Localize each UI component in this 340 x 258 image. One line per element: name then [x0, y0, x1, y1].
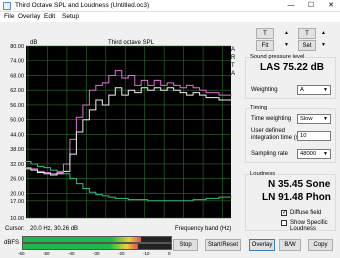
sampling-select[interactable]: 48000 ▼	[297, 149, 331, 159]
spl-chart[interactable]: dB Third octave SPL 80.00 74.00 68.00 62.00…	[0, 36, 240, 220]
weighting-select[interactable]: A ▼	[297, 85, 331, 95]
sone-value: N 35.45 Sone	[268, 179, 331, 190]
spl-panel-title: Sound pressure level	[249, 54, 306, 60]
integration-input[interactable]: 10	[297, 131, 331, 141]
meter-ticks: -60 -50 -40 -30 -20 -10 0	[18, 251, 172, 258]
sampling-value: 48000	[300, 151, 317, 157]
y-tick-label: 80.00	[10, 44, 24, 50]
x-axis-label: Frequency band (Hz)	[175, 226, 232, 232]
fit-button[interactable]: Fit	[256, 40, 274, 51]
down-arrow-icon[interactable]: ▼	[284, 42, 289, 48]
y-tick-label: 10.00	[10, 216, 24, 220]
menu-edit[interactable]: Edit	[44, 13, 55, 20]
menu-setup[interactable]: Setup	[62, 13, 79, 20]
chart-title: Third octave SPL	[108, 40, 155, 46]
specific-checkbox[interactable]	[281, 220, 287, 226]
y-tick-label: 56.00	[10, 103, 24, 109]
sampling-label: Sampling rate	[251, 151, 289, 157]
diffuse-label: Diffuse field	[290, 210, 322, 216]
meter-tick-label: -10	[143, 251, 150, 256]
y-tick-label: 38.00	[10, 147, 24, 153]
meter-tick-label: -30	[93, 251, 100, 256]
level-meter-fill-2	[23, 244, 138, 249]
time-weighting-select[interactable]: Slow ▼	[297, 114, 331, 124]
timing-panel-title: Timing	[249, 105, 269, 111]
meter-tick-label: -50	[43, 251, 50, 256]
up-arrow-icon[interactable]: ▲	[321, 30, 326, 36]
diffuse-checkbox[interactable]	[281, 209, 287, 216]
cursor-label: Cursor:	[5, 226, 25, 232]
y-tick-label: 20.00	[10, 191, 24, 197]
meter-label: dBFS	[4, 240, 20, 246]
y-tick-label: 32.00	[10, 162, 24, 168]
chevron-down-icon: ▼	[323, 151, 328, 157]
integration-label-2: integration time (s)	[251, 135, 301, 141]
chevron-down-icon: ▼	[323, 116, 328, 122]
minimize-icon[interactable]: —	[284, 0, 298, 12]
t-right-button[interactable]: T	[298, 28, 316, 39]
time-weighting-label: Time weighting	[251, 116, 292, 122]
plot-area	[26, 46, 231, 218]
ylabel: dB	[30, 40, 37, 46]
y-tick-label: 44.00	[10, 132, 24, 138]
spl-value: LAS 75.22 dB	[260, 62, 324, 73]
close-icon[interactable]: ✕	[324, 0, 338, 12]
meter-tick-label: -40	[68, 251, 75, 256]
integration-label-1: User defined	[251, 128, 286, 134]
y-tick-label: 74.00	[10, 59, 24, 65]
level-meter-fill	[23, 237, 142, 242]
weighting-value: A	[300, 87, 304, 93]
maximize-icon[interactable]: ☐	[304, 0, 318, 12]
overlay-button[interactable]: Overlay	[249, 239, 275, 251]
y-tick-label: 26.00	[10, 177, 24, 183]
time-weighting-value: Slow	[300, 116, 313, 122]
meter-tick-label: -60	[18, 251, 25, 256]
meter-tick-label: -20	[118, 251, 125, 256]
set-button[interactable]: Set	[298, 40, 316, 51]
down-arrow-icon[interactable]: ▼	[321, 42, 326, 48]
level-meter	[22, 236, 172, 243]
specific-label: Show Specific Loudness	[290, 220, 328, 232]
menu-file[interactable]: File	[4, 13, 14, 20]
copy-button[interactable]: Copy	[308, 239, 333, 251]
phon-value: LN 91.48 Phon	[262, 192, 331, 203]
stop-button[interactable]: Stop	[173, 239, 198, 251]
loudness-panel-title: Loudness	[249, 171, 277, 177]
app-icon	[3, 2, 11, 10]
y-tick-label: 68.00	[10, 73, 24, 79]
level-meter-2	[22, 243, 172, 250]
menu-overlay[interactable]: Overlay	[18, 13, 40, 20]
start-reset-button[interactable]: Start/Reset	[205, 239, 241, 251]
up-arrow-icon[interactable]: ▲	[284, 30, 289, 36]
meter-tick-label: 0	[168, 251, 171, 256]
y-tick-label: 62.00	[10, 88, 24, 94]
chevron-down-icon: ▼	[323, 87, 328, 93]
cursor-value: 20.0 Hz, 30.26 dB	[30, 226, 79, 232]
y-tick-label: 50.00	[10, 118, 24, 124]
window-title: Third Octave SPL and Loudness (Untitled.…	[15, 2, 150, 9]
y-tick-label: 17.00	[10, 199, 24, 205]
t-left-button[interactable]: T	[256, 28, 274, 39]
bw-button[interactable]: B/W	[279, 239, 301, 251]
weighting-label: Weighting	[251, 87, 278, 93]
